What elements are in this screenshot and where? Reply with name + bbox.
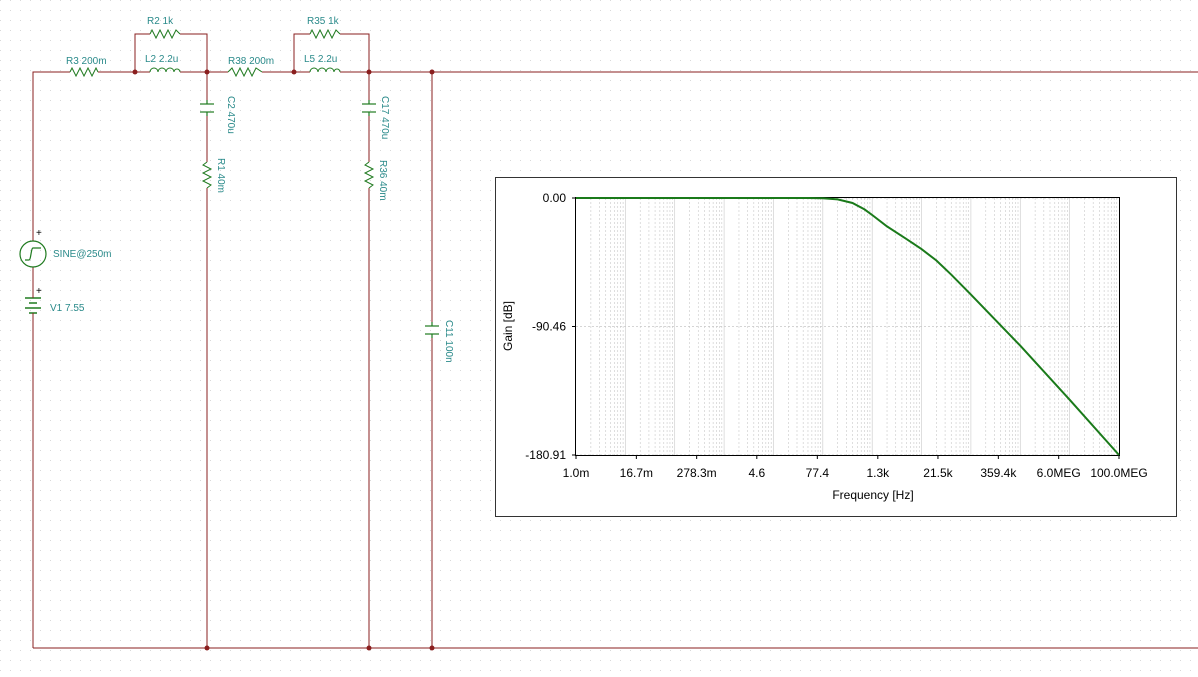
x-axis-label: Frequency [Hz] <box>832 488 913 502</box>
label-C2: C2 470u <box>225 96 236 134</box>
y-tick-label: -180.91 <box>525 448 566 462</box>
label-dc-source: V1 7.55 <box>50 303 85 314</box>
x-tick-label: 16.7m <box>620 466 653 480</box>
label-R2: R2 1k <box>147 16 174 27</box>
x-tick-label: 359.4k <box>980 466 1017 480</box>
y-tick-label: -90.46 <box>532 320 566 334</box>
sine-plus-sign: + <box>36 228 42 239</box>
x-tick-label: 6.0MEG <box>1037 466 1081 480</box>
label-sine-source: SINE@250m <box>53 249 112 260</box>
x-tick-label: 1.0m <box>563 466 590 480</box>
label-C11: C11 100n <box>443 320 454 363</box>
label-R38: R38 200m <box>228 56 274 67</box>
battery-plus-sign: + <box>36 286 42 297</box>
bode-plot-panel[interactable]: 1.0m 16.7m 278.3m 4.6 77.4 1.3k 21.5k 359.4k 6.0… <box>495 177 1177 517</box>
label-R1: R1 40m <box>215 158 226 193</box>
x-tick-label: 77.4 <box>806 466 830 480</box>
y-axis-label: Gain [dB] <box>501 301 515 351</box>
x-tick-label: 1.3k <box>866 466 890 480</box>
label-L5: L5 2.2u <box>304 54 337 65</box>
x-tick-label: 4.6 <box>748 466 765 480</box>
label-R36: R36 40m <box>377 160 388 201</box>
x-tick-label: 100.0MEG <box>1090 466 1147 480</box>
x-tick-label: 278.3m <box>677 466 717 480</box>
y-tick-label: 0.00 <box>543 191 567 205</box>
label-L2: L2 2.2u <box>145 54 178 65</box>
label-C17: C17 470u <box>379 96 390 139</box>
x-tick-label: 21.5k <box>923 466 953 480</box>
label-R35: R35 1k <box>307 16 340 27</box>
label-R3: R3 200m <box>66 56 107 67</box>
schematic-canvas: + + R3 200m R2 1k L2 2.2u R38 200m R35 1… <box>0 0 1198 677</box>
